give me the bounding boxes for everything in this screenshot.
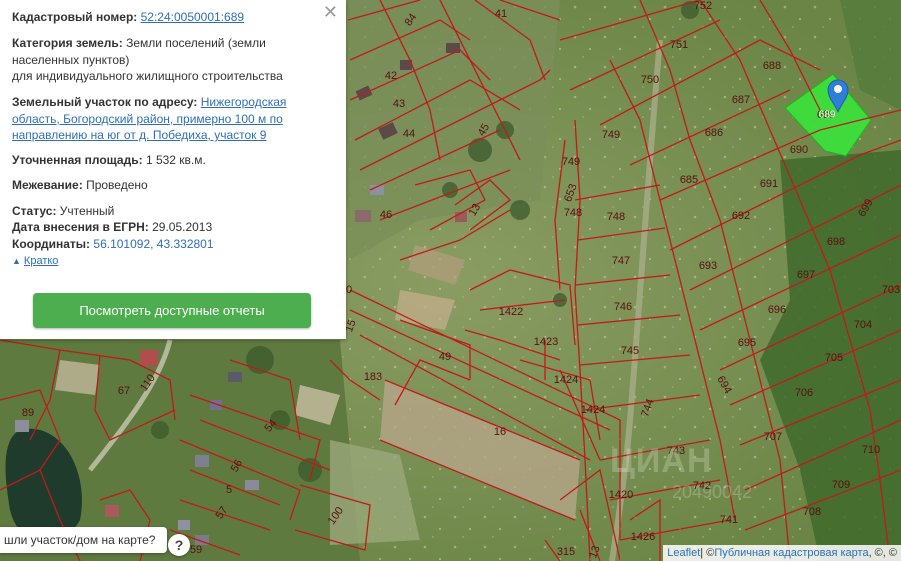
plot-number-label: 749	[602, 129, 620, 141]
category-value-1: Земли поселений (земли	[126, 36, 266, 50]
plot-number-label: 685	[680, 174, 698, 186]
plot-number-label: 704	[854, 319, 872, 331]
attribution-separator: | ©	[700, 547, 715, 559]
watermark-id: 20490042	[672, 482, 753, 502]
view-reports-button[interactable]: Посмотреть доступные отчеты	[33, 293, 311, 328]
plot-number-label: 46	[380, 209, 392, 221]
plot-number-label: 1424	[581, 404, 605, 416]
plot-number-label: 42	[385, 70, 397, 82]
plot-number-label: 0	[346, 284, 352, 296]
plot-number-label: 690	[790, 144, 808, 156]
plot-number-label: 1426	[631, 531, 655, 543]
plot-number-label: 691	[760, 178, 778, 190]
plot-number-label: 749	[562, 156, 580, 168]
area-value: 1 532 кв.м.	[145, 153, 206, 167]
plot-number-label: 746	[614, 301, 632, 313]
leaflet-link[interactable]: Leaflet	[667, 547, 700, 559]
plot-number-label: 687	[732, 94, 750, 106]
address-label: Земельный участок по адресу:	[12, 95, 198, 109]
plot-number-label: 49	[439, 351, 451, 363]
plot-number-label: 707	[764, 431, 782, 443]
plot-number-label: 697	[797, 269, 815, 281]
address-link-1[interactable]: Нижегородская	[201, 95, 287, 109]
plot-number-label: 696	[768, 304, 786, 316]
survey-value: Проведено	[86, 178, 148, 192]
coords-value[interactable]: 56.101092, 43.332801	[93, 237, 213, 251]
plot-number-label: 747	[612, 255, 630, 267]
plot-number-label: 748	[607, 211, 625, 223]
plot-number-label: 1422	[499, 306, 523, 318]
plot-number-label: 1420	[609, 489, 633, 501]
coords-label: Координаты:	[12, 237, 91, 251]
plot-number-label: 703	[882, 284, 900, 296]
plot-number-label: 59	[190, 544, 202, 556]
search-prompt[interactable]: шли участок/дом на карте?	[0, 527, 167, 553]
plot-number-label: 16	[494, 426, 506, 438]
plot-number-label: 67	[118, 385, 130, 397]
parcel-info-panel: ✕ Кадастровый номер: 52:24:0050001:689 К…	[0, 0, 346, 339]
bare-plot-4	[55, 360, 100, 395]
collapse-link[interactable]: ▲ Кратко	[12, 255, 58, 267]
survey-label: Межевание:	[12, 178, 83, 192]
attribution-suffix: , ©, ©	[868, 547, 897, 559]
source-link[interactable]: Публичная кадастровая карта	[714, 547, 868, 559]
plot-number-label: 43	[393, 98, 405, 110]
plot-number-label: 741	[720, 514, 738, 526]
plot-number-label: 752	[694, 0, 712, 12]
collapse-label: Кратко	[23, 255, 59, 267]
help-icon[interactable]: ?	[168, 534, 190, 556]
date-label: Дата внесения в ЕГРН:	[12, 220, 149, 234]
plot-number-label: 1424	[554, 374, 578, 386]
area-label: Уточненная площадь:	[12, 153, 143, 167]
plot-number-label: 706	[795, 387, 813, 399]
address-link-3[interactable]: направлению на юг от д. Победиха, участо…	[12, 128, 266, 142]
plot-number-label: 708	[803, 506, 821, 518]
plot-number-label: 41	[495, 8, 507, 20]
plot-number-label: 1423	[534, 336, 558, 348]
status-value: Учтенный	[59, 204, 115, 218]
address-link-2[interactable]: область, Богородский район, примерно 100…	[12, 112, 283, 126]
cadastral-label: Кадастровый номер:	[12, 10, 138, 24]
plot-number-label: 710	[862, 444, 880, 456]
cadastral-row: Кадастровый номер: 52:24:0050001:689	[12, 9, 306, 26]
arrow-up-icon: ▲	[12, 256, 21, 266]
plot-number-label: 750	[641, 74, 659, 86]
plot-number-label: 44	[403, 128, 415, 140]
category-label: Категория земель:	[12, 36, 123, 50]
plot-number-label: 5	[226, 484, 232, 496]
plot-number-label: 693	[699, 260, 717, 272]
status-label: Статус:	[12, 204, 57, 218]
plot-number-label: 705	[825, 352, 843, 364]
plot-number-label: 183	[364, 371, 382, 383]
category-value-3: для индивидуального жилищного строительс…	[12, 69, 283, 83]
status-row: Статус: Учтенный	[12, 203, 306, 220]
address-row: Земельный участок по адресу: Нижегородск…	[12, 94, 316, 144]
map-attribution: Leaflet | © Публичная кадастровая карта …	[663, 545, 901, 561]
selected-plot-number: 689	[819, 110, 836, 121]
plot-number-label: 748	[564, 207, 582, 219]
plot-number-label: 709	[832, 479, 850, 491]
survey-row: Межевание: Проведено	[12, 177, 306, 194]
date-value: 29.05.2013	[152, 220, 213, 234]
plot-number-label: 315	[557, 546, 575, 558]
watermark-brand: ЦИАН	[610, 442, 713, 480]
plot-number-label: 751	[670, 39, 688, 51]
plot-number-label: 686	[705, 127, 723, 139]
cadastral-number-link[interactable]: 52:24:0050001:689	[141, 10, 244, 24]
plot-number-label: 688	[763, 60, 781, 72]
plot-number-label: 89	[22, 407, 34, 419]
plot-number-label: 692	[732, 210, 750, 222]
category-value-2: населенных пунктов)	[12, 52, 130, 67]
plot-number-label: 745	[621, 345, 639, 357]
area-row: Уточненная площадь: 1 532 кв.м.	[12, 152, 306, 169]
plot-number-label: 698	[827, 236, 845, 248]
date-row: Дата внесения в ЕГРН: 29.05.2013	[12, 219, 306, 236]
coords-row: Координаты: 56.101092, 43.332801	[12, 236, 306, 253]
plot-number-label: 695	[738, 337, 756, 349]
close-icon[interactable]: ✕	[323, 3, 338, 21]
category-row: Категория земель: Земли поселений (земли…	[12, 35, 306, 85]
